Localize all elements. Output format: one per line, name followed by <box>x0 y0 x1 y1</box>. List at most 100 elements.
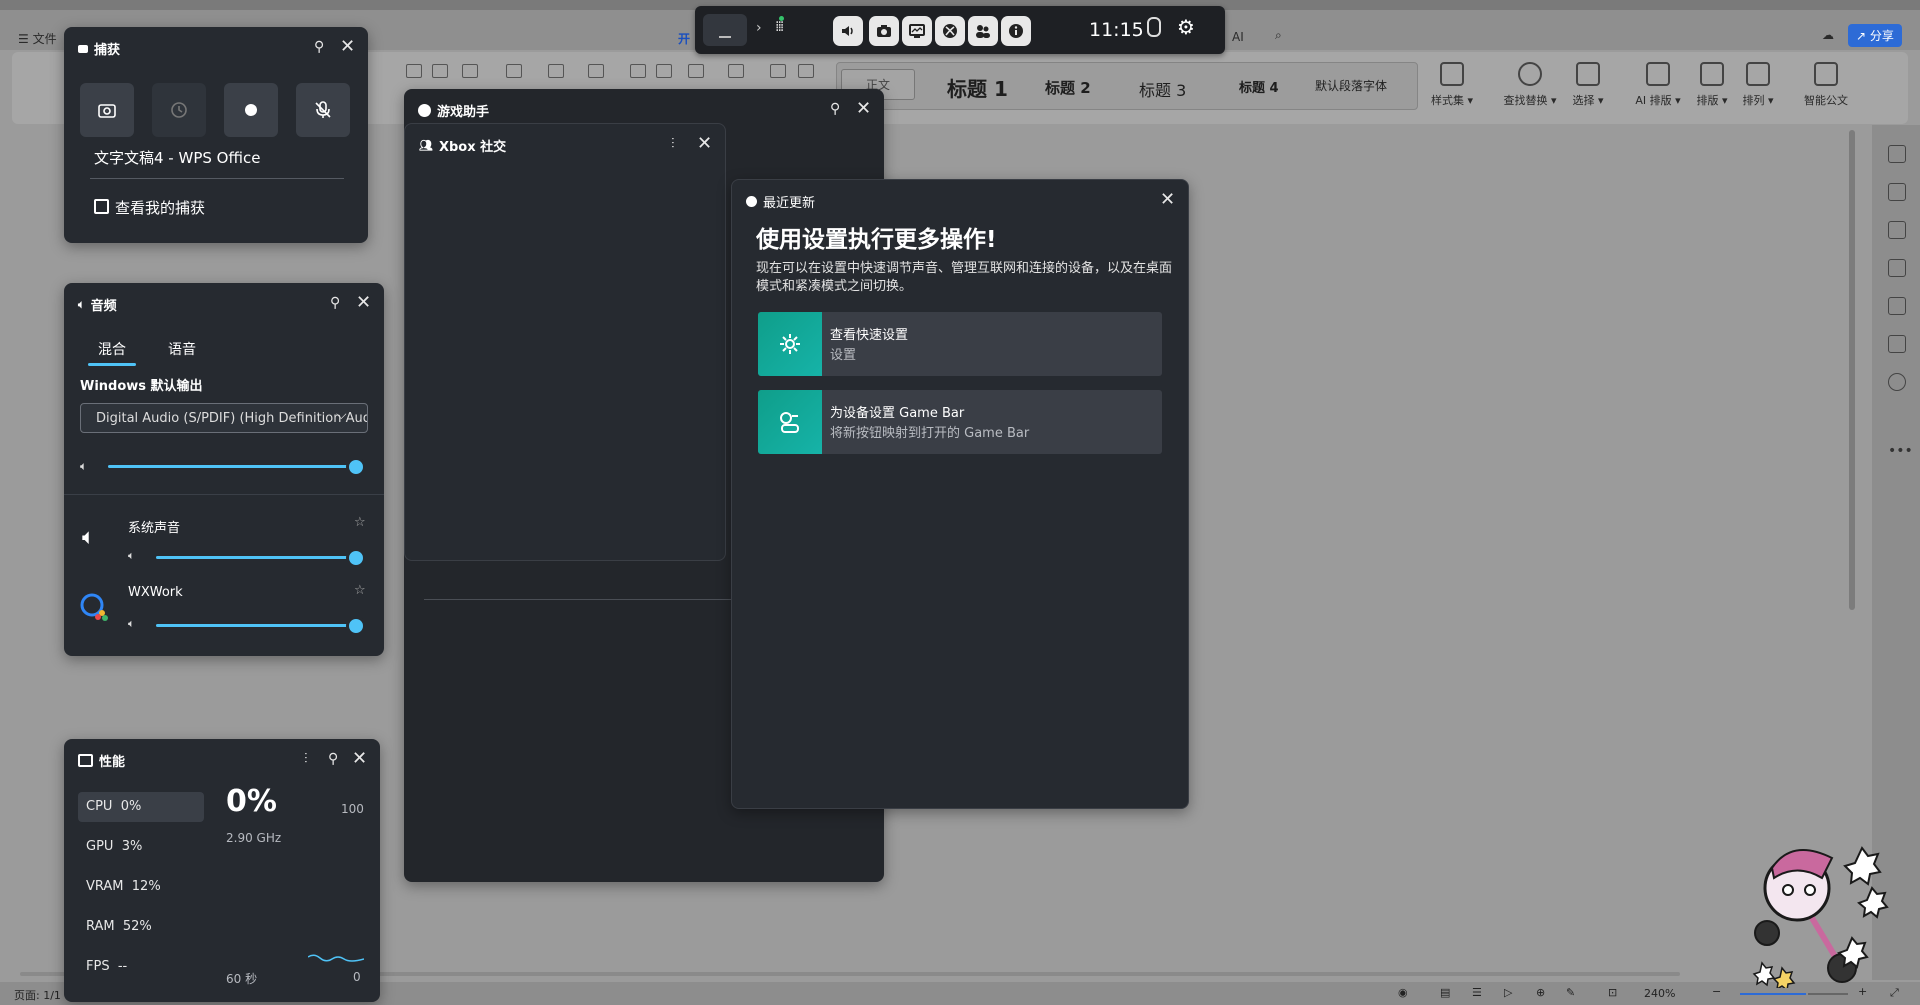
outdent-icon[interactable] <box>630 64 646 78</box>
cloud-icon[interactable]: ☁ <box>1822 28 1834 42</box>
close-icon[interactable]: ✕ <box>697 135 712 153</box>
outline-view-icon[interactable]: ☰ <box>1472 986 1482 999</box>
close-icon[interactable]: ✕ <box>356 294 371 312</box>
style-heading-4[interactable]: 标题 4 <box>1239 77 1279 96</box>
cursor-icon[interactable] <box>1888 183 1906 201</box>
speaker-icon: 🔈︎ <box>128 617 135 630</box>
pin-icon[interactable]: ⚲ <box>328 751 338 767</box>
style-default-para[interactable]: 默认段落字体 <box>1315 77 1387 94</box>
play-icon[interactable]: ▷ <box>1504 986 1512 999</box>
perf-value: -- <box>117 959 128 974</box>
app-volume-slider[interactable] <box>156 624 348 627</box>
numbered-list-icon[interactable] <box>588 64 604 78</box>
record-last-button[interactable] <box>152 83 206 137</box>
app-volume-thumb[interactable] <box>346 616 366 636</box>
stats-icon <box>719 22 731 38</box>
master-volume-slider[interactable] <box>108 465 348 468</box>
settings-gear-icon[interactable]: ⚙ <box>1177 15 1195 39</box>
settings-sliders-icon[interactable]: ⫶ <box>671 136 675 152</box>
performance-button[interactable] <box>902 16 932 46</box>
bullet-list-icon[interactable] <box>548 64 564 78</box>
tool-style-set[interactable]: 样式集 ▾ <box>1420 62 1484 108</box>
zoom-out-button[interactable]: − <box>1712 985 1721 998</box>
output-device-select[interactable]: Digital Audio (S/PDIF) (High Definition … <box>80 403 368 433</box>
style-heading-3[interactable]: 标题 3 <box>1139 77 1186 101</box>
sign-icon[interactable] <box>1888 335 1906 353</box>
zoom-slider[interactable] <box>1740 993 1806 995</box>
app-volume-slider[interactable] <box>156 556 348 559</box>
history-icon <box>171 102 187 118</box>
page-view-icon[interactable]: ▤ <box>1440 986 1450 999</box>
table-icon[interactable] <box>798 64 814 78</box>
tab-mix[interactable]: 混合 <box>98 339 126 359</box>
sort-icon[interactable] <box>770 64 786 78</box>
perf-row-gpu[interactable]: GPU 3% <box>78 832 204 862</box>
pencil-icon[interactable]: ✎ <box>1566 986 1575 999</box>
start-recording-button[interactable] <box>224 83 278 137</box>
style-heading-2[interactable]: 标题 2 <box>1045 77 1091 98</box>
indent-icon[interactable] <box>656 64 672 78</box>
pen-icon[interactable] <box>1888 145 1906 163</box>
gamebar-setup-tile[interactable]: 为设备设置 Game Bar 将新按钮映射到打开的 Game Bar <box>758 390 1162 454</box>
tab-voice[interactable]: 语音 <box>168 339 196 359</box>
info-button[interactable] <box>1001 16 1031 46</box>
sliders-icon[interactable] <box>1888 221 1906 239</box>
capture-button[interactable] <box>869 16 899 46</box>
perf-row-ram[interactable]: RAM 52% <box>78 912 204 942</box>
favorite-star-icon[interactable]: ☆ <box>354 583 366 598</box>
font-size-up-icon[interactable] <box>406 64 422 78</box>
menu-file[interactable]: ☰ 文件 <box>18 30 57 47</box>
zoom-level[interactable]: 240% <box>1644 987 1675 1000</box>
fullscreen-icon[interactable]: ⤢ <box>1890 986 1899 1000</box>
master-volume-thumb[interactable] <box>346 457 366 477</box>
widget-menu-icon[interactable]: ⁞⁞⁞ <box>775 19 784 35</box>
screenshot-button[interactable] <box>80 83 134 137</box>
tool-smart-doc[interactable]: 智能公文 <box>1794 62 1858 108</box>
close-icon[interactable]: ✕ <box>856 100 871 118</box>
game-helper-title-label: 游戏助手 <box>437 105 490 120</box>
pin-icon[interactable]: ⚲ <box>830 101 840 117</box>
perf-label: CPU <box>86 799 113 814</box>
style-heading-1[interactable]: 标题 1 <box>947 73 1008 102</box>
pin-icon[interactable]: ⚲ <box>330 295 340 311</box>
vertical-scrollbar[interactable] <box>1849 130 1855 610</box>
gamebar-home-button[interactable] <box>703 14 747 46</box>
share-button[interactable]: ↗ 分享 <box>1848 24 1902 47</box>
favorite-star-icon[interactable]: ☆ <box>354 515 366 530</box>
social-button[interactable] <box>968 16 998 46</box>
app-volume-thumb[interactable] <box>346 548 366 568</box>
close-icon[interactable]: ✕ <box>352 750 367 768</box>
perf-row-cpu[interactable]: CPU 0% <box>78 792 204 822</box>
search-icon[interactable]: ⌕ <box>1275 28 1282 43</box>
help-icon[interactable] <box>1888 373 1906 391</box>
mic-toggle-button[interactable] <box>296 83 350 137</box>
edit-icon[interactable] <box>1888 297 1906 315</box>
view-captures-link[interactable]: 查看我的捕获 <box>94 197 205 218</box>
close-icon[interactable]: ✕ <box>1160 191 1175 209</box>
tool-find-replace[interactable]: 查找替换 ▾ <box>1498 62 1562 108</box>
perf-row-vram[interactable]: VRAM 12% <box>78 872 204 902</box>
tab-start-partial[interactable]: 开 <box>678 30 690 47</box>
audio-button[interactable] <box>833 16 863 46</box>
pin-icon[interactable]: ⚲ <box>314 39 324 55</box>
ai-menu-partial[interactable]: AI <box>1232 30 1244 44</box>
more-icon[interactable]: ••• <box>1888 443 1913 459</box>
eye-icon[interactable]: ◉ <box>1398 986 1408 999</box>
line-spacing-icon[interactable] <box>728 64 744 78</box>
char-spacing-icon[interactable] <box>688 64 704 78</box>
font-size-down-icon[interactable] <box>432 64 448 78</box>
tool-select[interactable]: 选择 ▾ <box>1556 62 1620 108</box>
close-icon[interactable]: ✕ <box>340 38 355 56</box>
quick-settings-tile[interactable]: 查看快速设置 设置 <box>758 312 1162 376</box>
eraser-icon[interactable] <box>506 64 522 78</box>
perf-row-fps[interactable]: FPS -- <box>78 952 204 982</box>
web-view-icon[interactable]: ⊕ <box>1536 986 1545 999</box>
mouse-icon[interactable] <box>1147 17 1161 37</box>
settings-sliders-icon[interactable]: ⫶ <box>304 751 308 767</box>
fit-icon[interactable]: ⊡ <box>1608 986 1617 999</box>
xbox-button[interactable] <box>935 16 965 46</box>
phonetic-icon[interactable] <box>462 64 478 78</box>
chevron-right-icon[interactable]: › <box>756 20 762 36</box>
tool-arrange[interactable]: 排列 ▾ <box>1726 62 1790 108</box>
tools-icon[interactable] <box>1888 259 1906 277</box>
